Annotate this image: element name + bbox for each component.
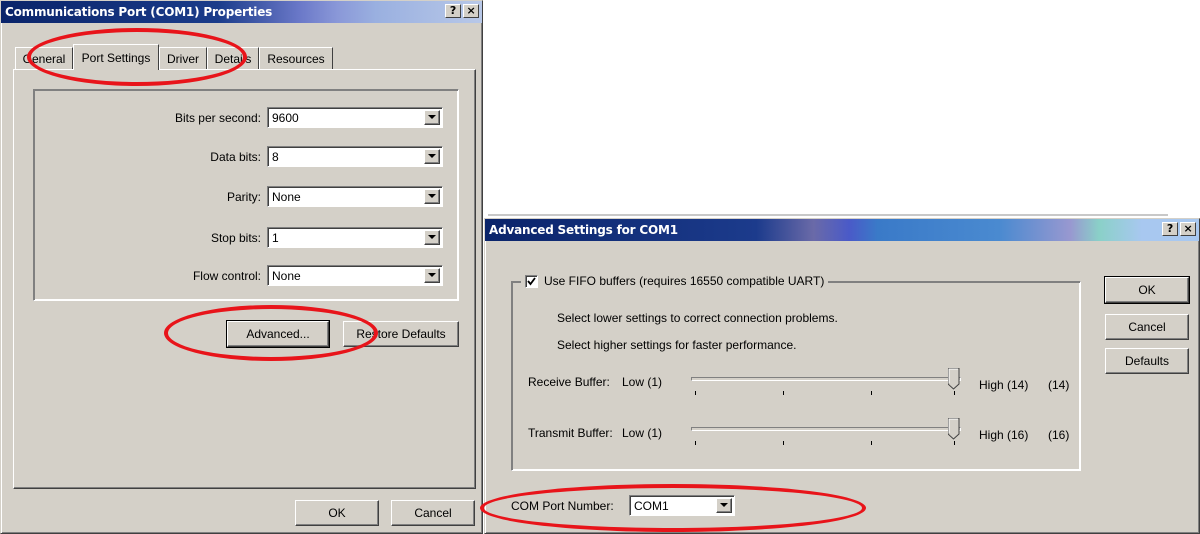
combo-value: 8 [272, 149, 279, 164]
flow-control-label: Flow control: [192, 269, 261, 283]
ok-button-label: OK [1138, 283, 1156, 297]
tab-label: Port Settings [81, 50, 151, 65]
transmit-buffer-tick [695, 441, 696, 445]
tab-resources[interactable]: Resources [259, 47, 333, 69]
transmit-buffer-low-label: Low (1) [622, 426, 663, 440]
hint-lower-settings: Select lower settings to correct connect… [557, 311, 838, 325]
receive-buffer-value: (14) [1048, 378, 1070, 392]
combo-value: 9600 [272, 110, 299, 125]
close-button[interactable]: × [1180, 222, 1196, 236]
receive-buffer-high-label: High (14) [979, 378, 1029, 392]
chevron-down-icon[interactable] [424, 268, 440, 283]
properties-title: Communications Port (COM1) Properties [5, 5, 273, 19]
close-button[interactable]: × [463, 4, 479, 18]
combo-value: 1 [272, 230, 279, 245]
parity-label: Parity: [226, 190, 261, 204]
bits-per-second-select[interactable]: 9600 [267, 107, 443, 128]
help-button[interactable]: ? [445, 4, 461, 18]
stop-bits-select[interactable]: 1 [267, 227, 443, 248]
tab-port-settings[interactable]: Port Settings [73, 44, 159, 70]
transmit-buffer-track[interactable] [691, 427, 961, 431]
slider-thumb-icon[interactable] [948, 418, 960, 440]
receive-buffer-track[interactable] [691, 377, 961, 381]
fifo-checkbox-row[interactable]: Use FIFO buffers (requires 16550 compati… [521, 274, 829, 288]
restore-defaults-label: Restore Defaults [356, 327, 446, 341]
chevron-down-icon[interactable] [424, 110, 440, 125]
chevron-down-icon[interactable] [424, 149, 440, 164]
cancel-button[interactable]: Cancel [1105, 314, 1189, 340]
receive-buffer-label: Receive Buffer: [528, 375, 610, 389]
defaults-button-label: Defaults [1124, 354, 1170, 368]
cancel-button-label: Cancel [1128, 320, 1166, 334]
check-icon [527, 276, 536, 285]
properties-dialog: Communications Port (COM1) Properties ? … [0, 0, 483, 534]
advanced-button[interactable]: Advanced... [226, 320, 330, 348]
data-bits-label: Data bits: [210, 150, 261, 164]
bits-per-second-label: Bits per second: [174, 111, 261, 125]
tab-label: General [22, 51, 66, 66]
receive-buffer-tick [783, 391, 784, 395]
com-port-select[interactable]: COM1 [629, 495, 735, 516]
properties-title-bar[interactable]: Communications Port (COM1) Properties ? … [1, 1, 482, 23]
chevron-down-icon[interactable] [424, 230, 440, 245]
transmit-buffer-value: (16) [1048, 428, 1070, 442]
combo-value: None [272, 189, 301, 204]
tab-driver[interactable]: Driver [159, 47, 207, 69]
receive-buffer-tick [695, 391, 696, 395]
transmit-buffer-tick [871, 441, 872, 445]
transmit-buffer-high-label: High (16) [979, 428, 1029, 442]
fifo-checkbox-label: Use FIFO buffers (requires 16550 compati… [544, 274, 825, 288]
chevron-down-icon[interactable] [716, 498, 732, 513]
flow-control-select[interactable]: None [267, 265, 443, 286]
receive-buffer-tick [954, 391, 955, 395]
restore-defaults-button[interactable]: Restore Defaults [343, 321, 459, 347]
tab-label: Details [214, 51, 252, 66]
stop-bits-label: Stop bits: [210, 231, 261, 245]
ok-button[interactable]: OK [295, 500, 379, 526]
help-button[interactable]: ? [1162, 222, 1178, 236]
parity-select[interactable]: None [267, 186, 443, 207]
background-window-edge [488, 214, 1168, 216]
data-bits-select[interactable]: 8 [267, 146, 443, 167]
advanced-title: Advanced Settings for COM1 [489, 223, 678, 237]
slider-thumb-icon[interactable] [948, 368, 960, 390]
tab-label: Resources [267, 51, 325, 66]
transmit-buffer-label: Transmit Buffer: [528, 426, 613, 440]
fifo-checkbox[interactable] [525, 274, 538, 288]
cancel-button[interactable]: Cancel [391, 500, 475, 526]
tab-label: Driver [167, 51, 199, 66]
hint-higher-settings: Select higher settings for faster perfor… [557, 338, 797, 352]
com-port-label: COM Port Number: [511, 499, 614, 513]
advanced-title-bar[interactable]: Advanced Settings for COM1 ? × [485, 219, 1199, 241]
tab-general[interactable]: General [15, 47, 73, 69]
ok-button[interactable]: OK [1104, 276, 1190, 304]
receive-buffer-low-label: Low (1) [622, 375, 663, 389]
combo-value: None [272, 268, 301, 283]
defaults-button[interactable]: Defaults [1105, 348, 1189, 374]
chevron-down-icon[interactable] [424, 189, 440, 204]
advanced-button-label: Advanced... [246, 327, 310, 341]
cancel-button-label: Cancel [414, 506, 452, 520]
receive-buffer-tick [871, 391, 872, 395]
advanced-settings-dialog: Advanced Settings for COM1 ? × Use FIFO … [484, 218, 1200, 534]
ok-button-label: OK [328, 506, 346, 520]
transmit-buffer-tick [783, 441, 784, 445]
transmit-buffer-tick [954, 441, 955, 445]
tab-details[interactable]: Details [207, 47, 259, 69]
combo-value: COM1 [634, 498, 669, 513]
